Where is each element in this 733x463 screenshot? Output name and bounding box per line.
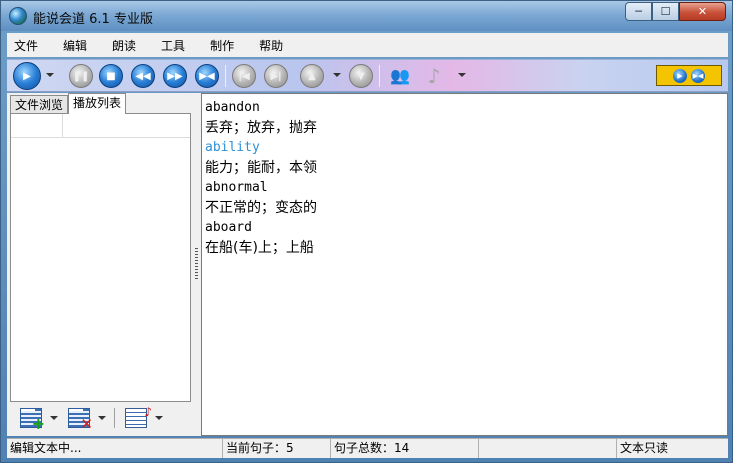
list-column-header[interactable] — [11, 114, 63, 138]
app-window: 能说会道 6.1 专业版 ─ ☐ ✕ 文件 编辑 朗读 工具 制作 帮助 ▶ ❚… — [0, 0, 733, 463]
text-line: aboard — [205, 220, 252, 235]
left-tabs: 文件浏览 播放列表 — [10, 93, 127, 114]
mini-mode-button[interactable]: ▶ ▶◀ — [656, 65, 722, 86]
stop-icon[interactable]: ■ — [99, 64, 123, 88]
title-bar[interactable]: 能说会道 6.1 专业版 ─ ☐ ✕ — [1, 1, 732, 31]
eject-dropdown-icon[interactable] — [333, 73, 341, 77]
toolbar-separator — [225, 65, 226, 87]
splitter-grip[interactable] — [195, 248, 198, 280]
repeat-icon[interactable]: ▶◀ — [195, 64, 219, 88]
window-controls: ─ ☐ ✕ — [625, 2, 726, 21]
remove-dropdown-icon[interactable] — [98, 416, 106, 420]
toolbar: ▶ ❚❚ ■ ◀◀ ▶▶ ▶◀ |◀ ▶| ▲ ▼ 👥 ♪ ▶ ▶◀ — [7, 59, 728, 92]
text-line: 在船(车)上；上船 — [205, 240, 314, 256]
playlist-dropdown-icon[interactable] — [155, 416, 163, 420]
left-panel: 文件浏览 播放列表 + ✕ ♪ — [7, 93, 193, 436]
add-dropdown-icon[interactable] — [50, 416, 58, 420]
maximize-button[interactable]: ☐ — [652, 2, 679, 21]
eject-icon[interactable]: ▲ — [300, 64, 324, 88]
text-editor[interactable]: abandon 丢弃；放弃，抛弃 ability 能力；能耐，本领 abnorm… — [201, 93, 728, 436]
rewind-icon[interactable]: ◀◀ — [131, 64, 155, 88]
play-icon[interactable]: ▶ — [13, 62, 41, 90]
mini-play-icon: ▶ — [673, 68, 687, 83]
text-line: 能力；能耐，本领 — [205, 160, 317, 176]
app-globe-icon — [9, 7, 27, 25]
status-total-sentences: 句子总数：14 — [331, 438, 479, 458]
down-icon[interactable]: ▼ — [349, 64, 373, 88]
menu-make[interactable]: 制作 — [203, 37, 241, 54]
tab-playlist[interactable]: 播放列表 — [68, 93, 127, 114]
text-line: 丢弃；放弃，抛弃 — [205, 120, 317, 136]
text-line: abnormal — [205, 180, 268, 195]
skip-first-icon[interactable]: |◀ — [232, 64, 256, 88]
pause-icon[interactable]: ❚❚ — [69, 64, 93, 88]
text-line: 不正常的；变态的 — [205, 200, 317, 216]
skip-last-icon[interactable]: ▶| — [264, 64, 288, 88]
play-dropdown-icon[interactable] — [46, 73, 54, 77]
tools-separator — [114, 408, 115, 428]
status-empty — [479, 438, 617, 458]
menu-file[interactable]: 文件 — [7, 37, 45, 54]
menu-bar: 文件 编辑 朗读 工具 制作 帮助 — [7, 33, 728, 57]
playlist-music-icon[interactable]: ♪ — [125, 405, 152, 428]
music-dropdown-icon[interactable] — [458, 73, 466, 77]
splitter[interactable] — [193, 93, 201, 436]
list-column-header[interactable] — [63, 114, 190, 138]
remove-item-icon[interactable]: ✕ — [68, 408, 93, 432]
menu-help[interactable]: 帮助 — [252, 37, 290, 54]
menu-read[interactable]: 朗读 — [105, 37, 143, 54]
minimize-button[interactable]: ─ — [625, 2, 652, 21]
users-icon[interactable]: 👥 — [388, 65, 412, 87]
status-bar: 编辑文本中... 当前句子：5 句子总数：14 文本只读 — [7, 438, 728, 458]
menu-tools[interactable]: 工具 — [154, 37, 192, 54]
add-item-icon[interactable]: + — [20, 408, 45, 432]
menu-edit[interactable]: 编辑 — [56, 37, 94, 54]
text-line-highlighted: ability — [205, 140, 260, 155]
status-current-sentence: 当前句子：5 — [223, 438, 331, 458]
mini-repeat-icon: ▶◀ — [691, 68, 705, 83]
tab-file-browser[interactable]: 文件浏览 — [10, 95, 69, 114]
status-readonly: 文本只读 — [617, 438, 728, 458]
status-mode: 编辑文本中... — [7, 438, 223, 458]
close-button[interactable]: ✕ — [679, 2, 726, 21]
toolbar-separator — [379, 65, 380, 87]
fast-forward-icon[interactable]: ▶▶ — [163, 64, 187, 88]
music-note-icon[interactable]: ♪ — [423, 63, 445, 89]
playlist-list[interactable] — [10, 113, 191, 402]
list-header — [11, 114, 190, 138]
playlist-tools: + ✕ ♪ — [10, 403, 191, 433]
window-title: 能说会道 6.1 专业版 — [33, 12, 153, 27]
text-line: abandon — [205, 100, 260, 115]
